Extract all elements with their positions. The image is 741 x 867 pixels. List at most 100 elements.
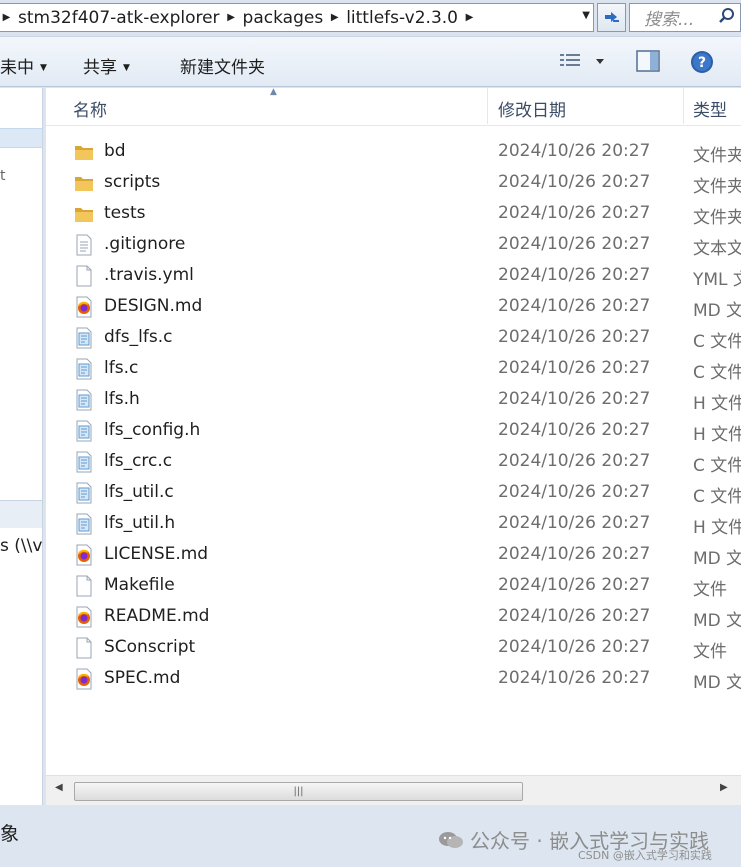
- column-header-row: ▲ 名称 修改日期 类型: [46, 88, 741, 126]
- share-label: 共享: [83, 58, 117, 78]
- file-type: C 文件: [693, 332, 741, 352]
- address-bar-row: ▶ stm32f407-atk-explorer ▶ packages ▶ li…: [0, 0, 741, 36]
- column-header-type[interactable]: 类型: [693, 96, 727, 121]
- column-header-date[interactable]: 修改日期: [498, 96, 566, 121]
- navigation-pane[interactable]: t s (\\vr: [0, 88, 43, 805]
- file-date: 2024/10/26 20:27: [498, 327, 651, 347]
- search-icon[interactable]: [718, 7, 740, 29]
- firefox-icon: [74, 544, 94, 566]
- preview-pane-button[interactable]: [636, 50, 660, 76]
- nav-group-header[interactable]: [0, 500, 42, 528]
- file-type: MD 文: [693, 611, 741, 631]
- file-date: 2024/10/26 20:27: [498, 606, 651, 626]
- file-date: 2024/10/26 20:27: [498, 141, 651, 161]
- file-date: 2024/10/26 20:27: [498, 637, 651, 657]
- file-type: C 文件: [693, 456, 741, 476]
- file-name: lfs.c: [104, 358, 139, 378]
- scroll-left-icon[interactable]: ◀: [55, 782, 63, 793]
- file-row[interactable]: lfs_config.h 2024/10/26 20:27 H 文件: [46, 415, 741, 446]
- scrollbar-thumb[interactable]: |||: [74, 782, 523, 801]
- file-name: scripts: [104, 172, 161, 192]
- breadcrumb-item[interactable]: stm32f407-atk-explorer: [13, 8, 225, 28]
- refresh-button[interactable]: [597, 3, 626, 32]
- file-row[interactable]: lfs_crc.c 2024/10/26 20:27 C 文件: [46, 446, 741, 477]
- file-name: bd: [104, 141, 126, 161]
- organize-menu[interactable]: 耒中 ▼: [0, 53, 47, 78]
- file-type: H 文件: [693, 394, 741, 414]
- nav-selected-item[interactable]: [0, 128, 42, 148]
- file-date: 2024/10/26 20:27: [498, 234, 651, 254]
- horizontal-scrollbar[interactable]: ◀ ||| ▶: [46, 775, 741, 805]
- file-date: 2024/10/26 20:27: [498, 265, 651, 285]
- column-divider[interactable]: [487, 88, 488, 124]
- chevron-right-icon[interactable]: ▶: [0, 12, 13, 23]
- file-row[interactable]: .gitignore 2024/10/26 20:27 文本文: [46, 229, 741, 260]
- file-row[interactable]: dfs_lfs.c 2024/10/26 20:27 C 文件: [46, 322, 741, 353]
- status-text: 象: [0, 823, 20, 845]
- view-options-button[interactable]: [558, 50, 608, 76]
- firefox-icon: [74, 296, 94, 318]
- nav-item-fragment[interactable]: t: [0, 168, 6, 184]
- caret-down-icon: ▼: [40, 63, 47, 73]
- breadcrumb-item[interactable]: packages: [238, 8, 329, 28]
- column-header-name[interactable]: 名称: [73, 96, 107, 121]
- chevron-right-icon[interactable]: ▶: [225, 12, 238, 23]
- file-row[interactable]: Makefile 2024/10/26 20:27 文件: [46, 570, 741, 601]
- code-icon: [74, 358, 94, 380]
- column-divider[interactable]: [683, 88, 684, 124]
- file-name: lfs_util.c: [104, 482, 174, 502]
- file-name: lfs.h: [104, 389, 140, 409]
- file-row[interactable]: lfs_util.c 2024/10/26 20:27 C 文件: [46, 477, 741, 508]
- chevron-right-icon[interactable]: ▶: [328, 12, 341, 23]
- firefox-icon: [74, 668, 94, 690]
- file-row[interactable]: lfs_util.h 2024/10/26 20:27 H 文件: [46, 508, 741, 539]
- code-icon: [74, 389, 94, 411]
- file-list[interactable]: ▲ 名称 修改日期 类型 bd 2024/10/26 20:27 文件夹 script…: [46, 88, 741, 805]
- file-type: 文件: [693, 642, 727, 662]
- file-rows: bd 2024/10/26 20:27 文件夹 scripts 2024/10/26 2…: [46, 136, 741, 694]
- file-row[interactable]: lfs.h 2024/10/26 20:27 H 文件: [46, 384, 741, 415]
- file-date: 2024/10/26 20:27: [498, 544, 651, 564]
- chevron-right-icon[interactable]: ▶: [463, 12, 476, 23]
- firefox-icon: [74, 606, 94, 628]
- file-name: .gitignore: [104, 234, 186, 254]
- address-bar[interactable]: ▶ stm32f407-atk-explorer ▶ packages ▶ li…: [0, 3, 594, 32]
- file-type: H 文件: [693, 518, 741, 538]
- folder-icon: [74, 141, 94, 163]
- file-name: DESIGN.md: [104, 296, 203, 316]
- file-date: 2024/10/26 20:27: [498, 482, 651, 502]
- file-name: Makefile: [104, 575, 175, 595]
- nav-item-network-drive[interactable]: s (\\vr: [0, 536, 42, 556]
- new-folder-button[interactable]: 新建文件夹: [180, 53, 265, 78]
- refresh-icon: [604, 11, 619, 22]
- blank-icon: [74, 265, 94, 287]
- breadcrumb-item[interactable]: littlefs-v2.3.0: [341, 8, 463, 28]
- file-name: lfs_config.h: [104, 420, 201, 440]
- svg-text:?: ?: [698, 55, 706, 71]
- help-button[interactable]: ?: [690, 50, 714, 78]
- file-row[interactable]: scripts 2024/10/26 20:27 文件夹: [46, 167, 741, 198]
- file-row[interactable]: LICENSE.md 2024/10/26 20:27 MD 文: [46, 539, 741, 570]
- file-name: .travis.yml: [104, 265, 194, 285]
- file-type: 文本文: [693, 239, 741, 259]
- file-row[interactable]: SPEC.md 2024/10/26 20:27 MD 文: [46, 663, 741, 694]
- file-date: 2024/10/26 20:27: [498, 358, 651, 378]
- blank-icon: [74, 637, 94, 659]
- file-row[interactable]: lfs.c 2024/10/26 20:27 C 文件: [46, 353, 741, 384]
- file-row[interactable]: tests 2024/10/26 20:27 文件夹: [46, 198, 741, 229]
- file-row[interactable]: bd 2024/10/26 20:27 文件夹: [46, 136, 741, 167]
- search-input[interactable]: 搜索...: [629, 3, 741, 32]
- file-row[interactable]: .travis.yml 2024/10/26 20:27 YML 文: [46, 260, 741, 291]
- file-row[interactable]: README.md 2024/10/26 20:27 MD 文: [46, 601, 741, 632]
- command-toolbar: 耒中 ▼ 共享 ▼ 新建文件夹 ?: [0, 36, 741, 87]
- share-menu[interactable]: 共享 ▼: [83, 53, 130, 78]
- file-row[interactable]: SConscript 2024/10/26 20:27 文件: [46, 632, 741, 663]
- code-icon: [74, 513, 94, 535]
- file-type: MD 文: [693, 673, 741, 693]
- file-date: 2024/10/26 20:27: [498, 389, 651, 409]
- file-row[interactable]: DESIGN.md 2024/10/26 20:27 MD 文: [46, 291, 741, 322]
- history-dropdown-icon[interactable]: ▼: [582, 10, 590, 21]
- file-name: tests: [104, 203, 146, 223]
- scroll-right-icon[interactable]: ▶: [720, 782, 728, 793]
- file-type: H 文件: [693, 425, 741, 445]
